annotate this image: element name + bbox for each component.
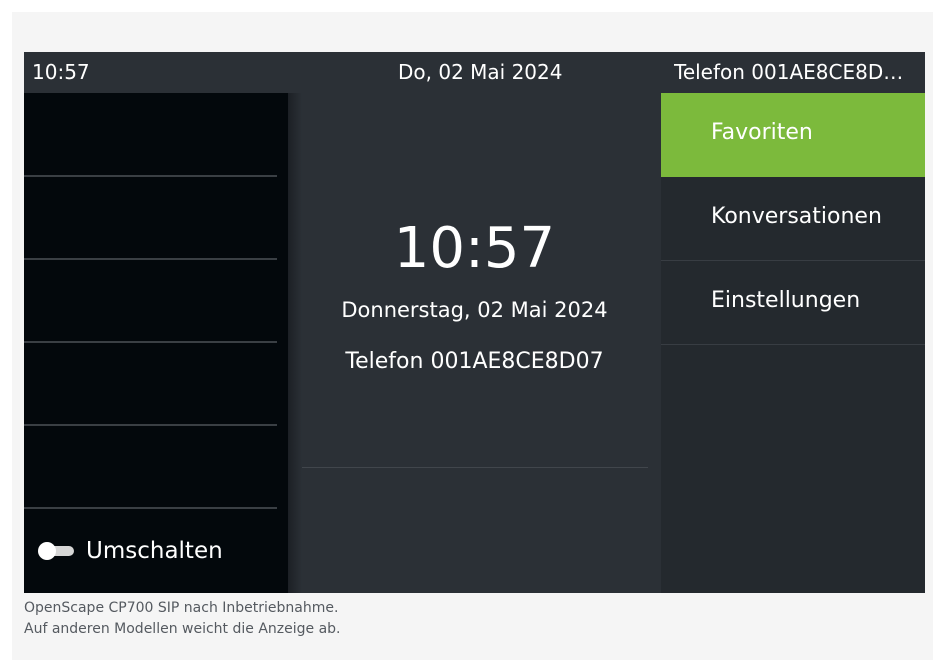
caption-line-2: Auf anderen Modellen weicht die Anzeige … bbox=[24, 621, 341, 637]
phone-name: Telefon 001AE8CE8D07 bbox=[345, 349, 604, 374]
left-panel: Umschalten bbox=[24, 93, 288, 593]
slot-divider bbox=[24, 507, 277, 509]
status-phone-name: Telefon 001AE8CE8D… bbox=[674, 60, 904, 84]
figure-caption: OpenScape CP700 SIP nach Inbetriebnahme.… bbox=[24, 598, 341, 640]
status-bar: 10:57 Do, 02 Mai 2024 Telefon 001AE8CE8D… bbox=[24, 52, 925, 93]
long-date: Donnerstag, 02 Mai 2024 bbox=[341, 298, 608, 322]
toggle-label: Umschalten bbox=[86, 538, 223, 564]
main-menu: Favoriten Konversationen Einstellungen bbox=[661, 93, 925, 593]
menu-item-favoriten[interactable]: Favoriten bbox=[661, 93, 925, 177]
slot-divider bbox=[24, 341, 277, 343]
switch-toggle-row[interactable]: Umschalten bbox=[38, 533, 223, 569]
caption-line-1: OpenScape CP700 SIP nach Inbetriebnahme. bbox=[24, 600, 339, 616]
slot-divider bbox=[24, 175, 277, 177]
menu-item-konversationen[interactable]: Konversationen bbox=[661, 177, 925, 261]
toggle-switch-icon[interactable] bbox=[38, 542, 74, 560]
status-date: Do, 02 Mai 2024 bbox=[398, 60, 563, 84]
toggle-knob bbox=[38, 542, 56, 560]
clock-display: 10:57 bbox=[393, 216, 556, 281]
center-divider bbox=[302, 467, 648, 468]
menu-item-einstellungen[interactable]: Einstellungen bbox=[661, 261, 925, 345]
status-time: 10:57 bbox=[32, 60, 90, 84]
slot-divider bbox=[24, 258, 277, 260]
slot-divider bbox=[24, 424, 277, 426]
phone-screen: 10:57 Do, 02 Mai 2024 Telefon 001AE8CE8D… bbox=[24, 52, 925, 593]
idle-center-panel: 10:57 Donnerstag, 02 Mai 2024 Telefon 00… bbox=[288, 93, 661, 593]
